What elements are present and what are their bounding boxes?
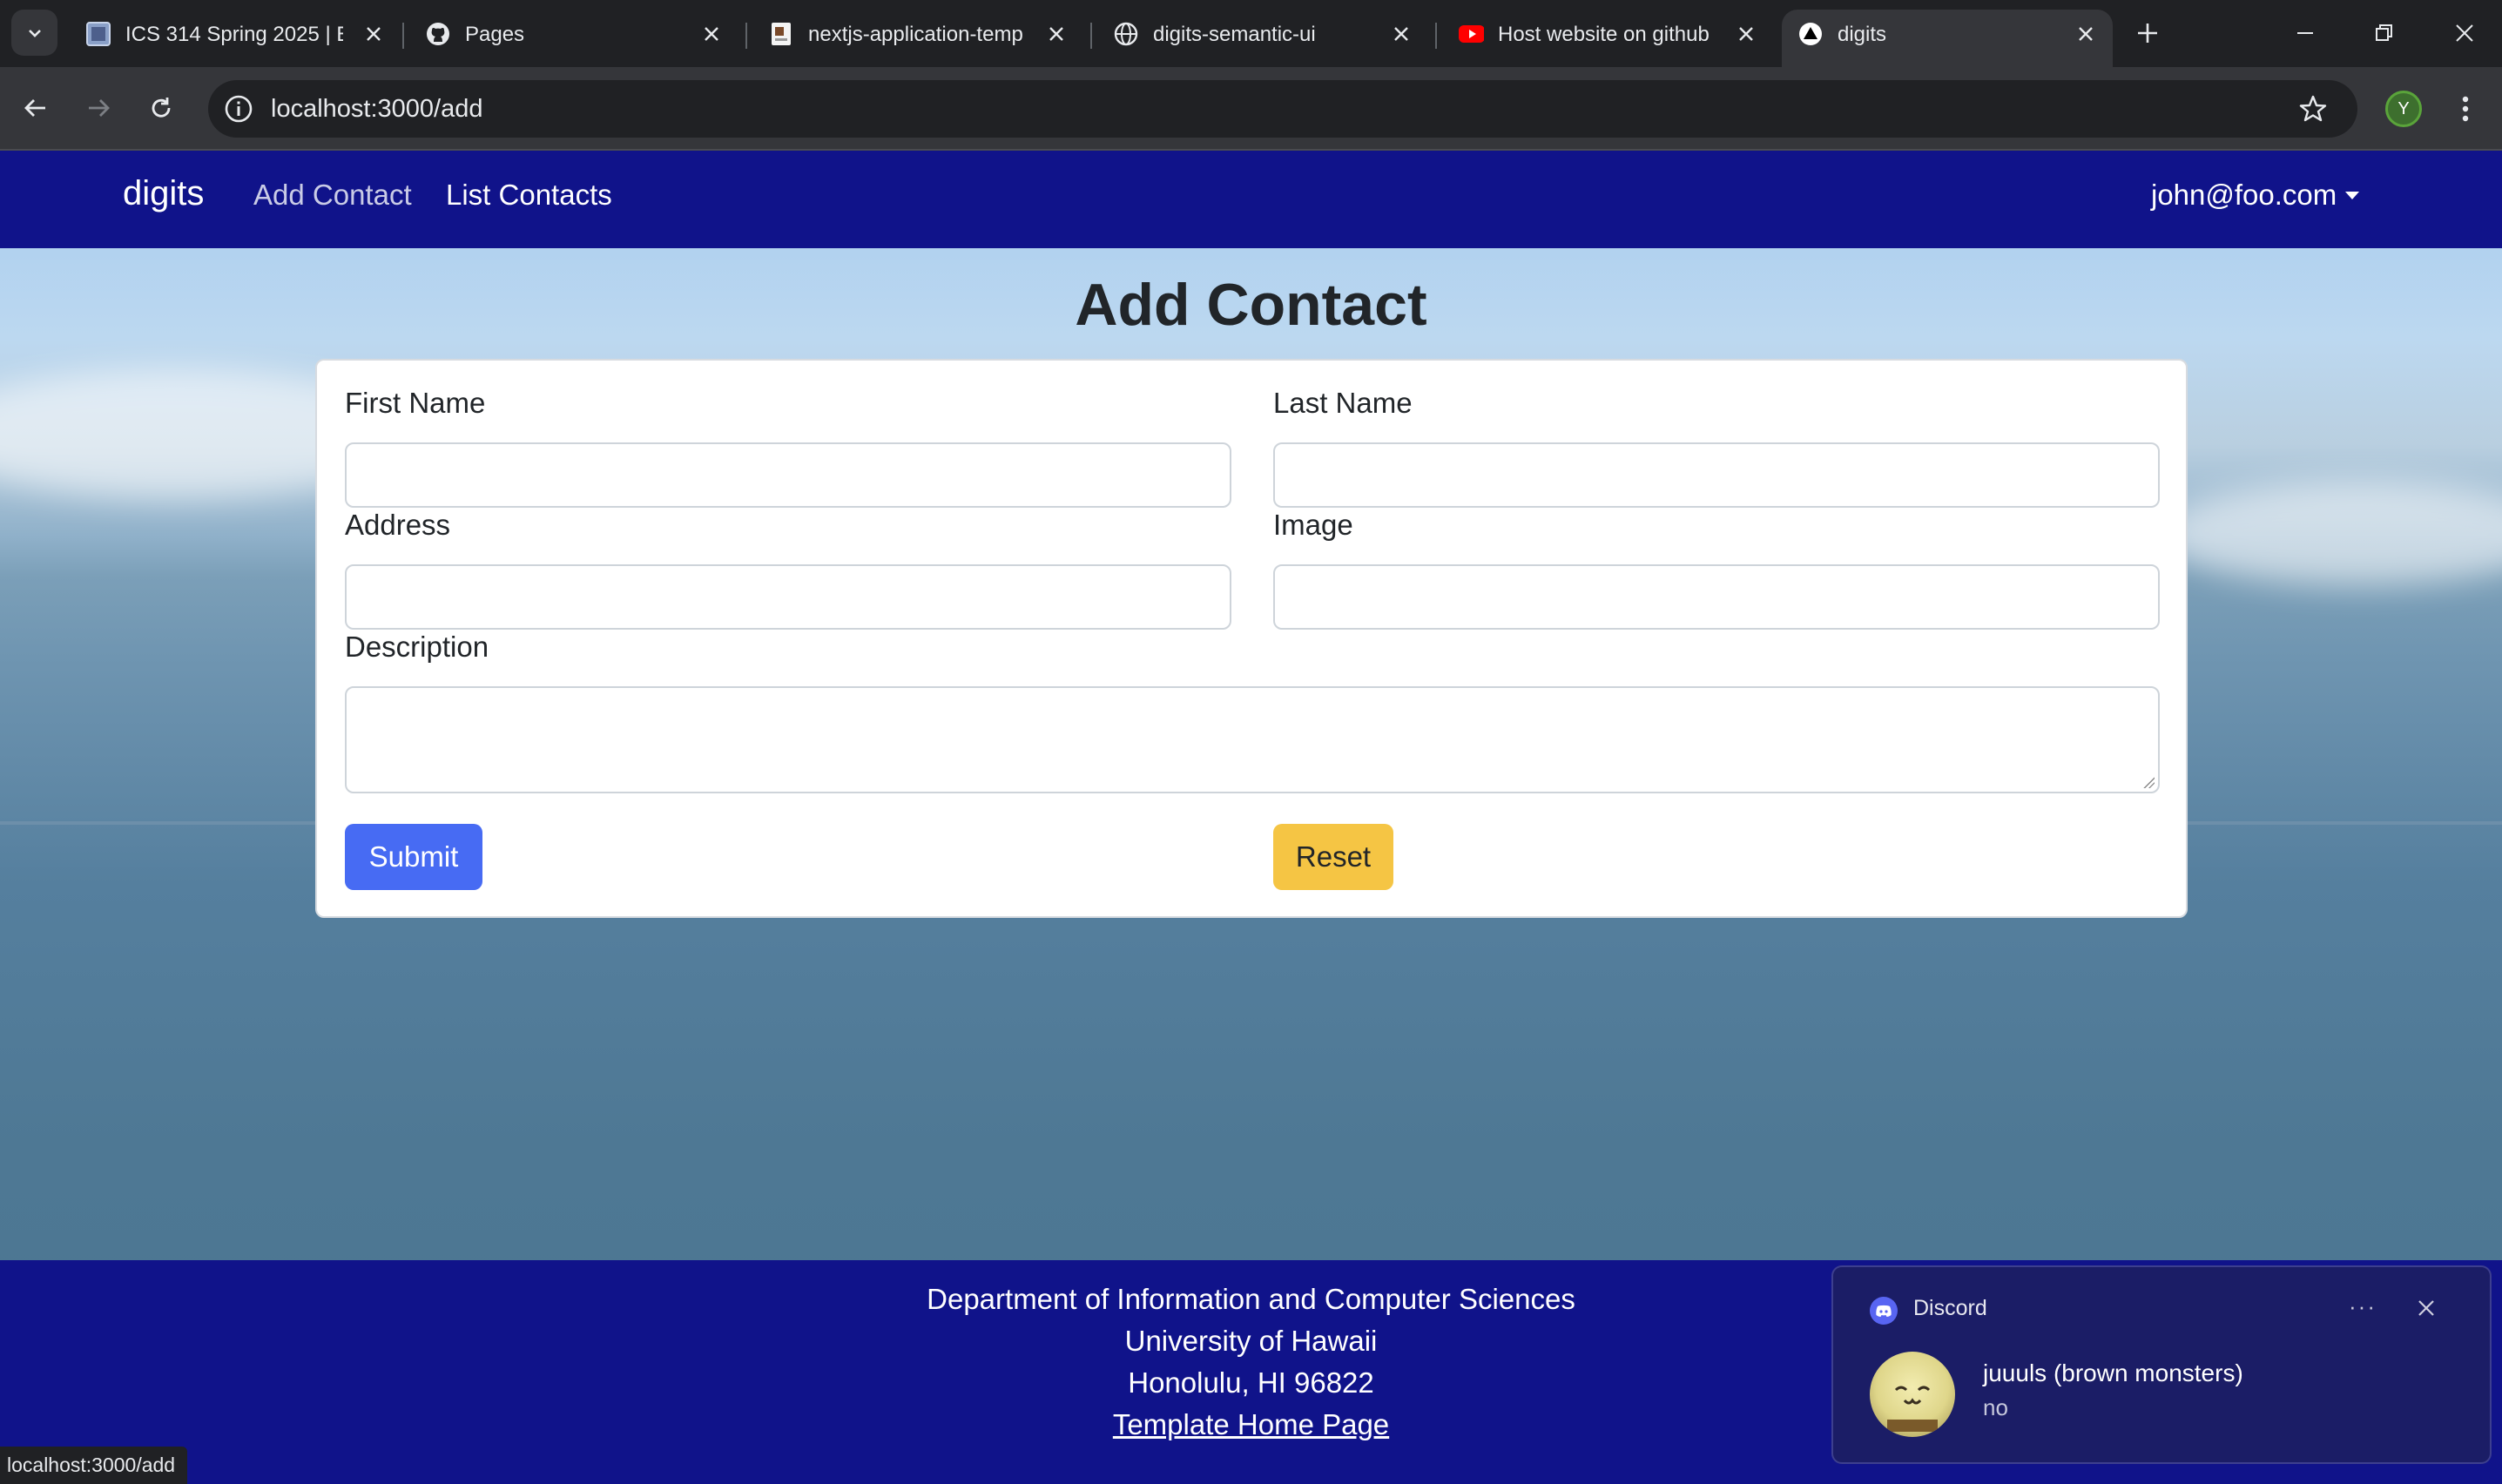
submit-button[interactable]: Submit (345, 824, 482, 890)
close-icon[interactable] (2074, 23, 2097, 45)
first-name-input[interactable] (345, 442, 1231, 508)
tab-separator (745, 23, 747, 49)
description-label: Description (345, 631, 489, 663)
background-cloud (2160, 482, 2502, 586)
browser-tabstrip: ICS 314 Spring 2025 | ES Pages nextjs-ap… (0, 0, 2502, 67)
close-icon[interactable] (700, 23, 723, 45)
tab-title: digits-semantic-ui (1153, 23, 1316, 46)
minimize-button[interactable] (2286, 16, 2324, 51)
tab-title: Host website on github (1498, 23, 1710, 46)
discord-icon (1870, 1297, 1898, 1325)
close-icon (2418, 1300, 2434, 1316)
close-icon[interactable] (1390, 23, 1413, 45)
github-icon (425, 21, 451, 47)
close-icon[interactable] (1045, 23, 1068, 45)
tab-digits-semantic-ui[interactable]: digits-semantic-ui (1097, 10, 1428, 67)
nav-link-list-contacts[interactable]: List Contacts (446, 179, 612, 212)
discord-notification[interactable]: Discord ··· juuuls (brown monsters) no (1831, 1265, 2492, 1464)
brand-link[interactable]: digits (123, 174, 204, 213)
info-icon[interactable] (224, 94, 253, 124)
close-icon[interactable] (1735, 23, 1757, 45)
profile-avatar[interactable]: Y (2385, 91, 2422, 127)
document-favicon (768, 21, 794, 47)
image-input[interactable] (1273, 564, 2160, 630)
address-bar[interactable]: localhost:3000/add (208, 80, 2357, 138)
browser-toolbar: localhost:3000/add Y (0, 67, 2502, 151)
plus-icon (2138, 24, 2157, 43)
more-vertical-icon (2462, 96, 2469, 122)
minimize-icon (2297, 32, 2313, 34)
bookmark-star-icon[interactable] (2298, 94, 2328, 124)
tab-title: digits (1838, 23, 1887, 46)
url-text: localhost:3000/add (271, 95, 483, 123)
add-contact-form: First Name Last Name Address Image Descr… (315, 359, 2188, 918)
caret-down-icon (2345, 191, 2360, 199)
forward-button[interactable] (78, 88, 118, 128)
reload-icon (152, 98, 171, 118)
address-label: Address (345, 509, 451, 541)
close-window-button[interactable] (2445, 16, 2484, 51)
page-title: Add Contact (1075, 272, 1427, 338)
tab-title: nextjs-application-temp (808, 23, 1023, 46)
close-icon[interactable] (362, 23, 385, 45)
tab-title: Pages (465, 23, 525, 46)
arrow-right-icon (89, 99, 110, 117)
image-label: Image (1273, 509, 1353, 541)
address-input[interactable] (345, 564, 1231, 630)
tab-separator (1435, 23, 1437, 49)
tab-host-website[interactable]: Host website on github (1442, 10, 1773, 67)
tab-separator (1090, 23, 1092, 49)
chevron-down-icon (28, 29, 41, 37)
restore-button[interactable] (2365, 16, 2404, 51)
globe-icon (1113, 21, 1139, 47)
tab-title: ICS 314 Spring 2025 | ES (125, 23, 343, 46)
tab-nextjs-template[interactable]: nextjs-application-temp (752, 10, 1083, 67)
template-home-link[interactable]: Template Home Page (1113, 1408, 1389, 1440)
description-textarea[interactable] (345, 686, 2160, 793)
restore-icon (2376, 24, 2392, 41)
reload-button[interactable] (141, 88, 181, 128)
nav-link-add-contact[interactable]: Add Contact (253, 179, 412, 212)
sender-avatar (1870, 1352, 1955, 1437)
first-name-label: First Name (345, 387, 486, 419)
close-icon (2456, 24, 2473, 42)
tab-search-button[interactable] (11, 10, 57, 56)
last-name-input[interactable] (1273, 442, 2160, 508)
back-button[interactable] (16, 88, 56, 128)
last-name-label: Last Name (1273, 387, 1413, 419)
browser-menu-button[interactable] (2452, 91, 2478, 127)
youtube-icon (1458, 21, 1484, 47)
tab-digits[interactable]: digits (1782, 10, 2113, 67)
notification-message: no (1983, 1394, 2008, 1420)
notification-close-button[interactable] (2413, 1295, 2439, 1321)
arrow-left-icon (24, 99, 45, 117)
status-bar-url: localhost:3000/add (0, 1447, 188, 1484)
user-dropdown[interactable]: john@foo.com (2151, 179, 2360, 212)
reset-button[interactable]: Reset (1273, 824, 1393, 890)
resize-handle-icon[interactable] (2142, 776, 2155, 788)
square-favicon (85, 21, 111, 47)
notification-sender: juuuls (brown monsters) (1983, 1359, 2243, 1386)
site-navbar: digits Add Contact List Contacts john@fo… (0, 151, 2502, 248)
tab-pages[interactable]: Pages (409, 10, 738, 67)
tab-separator (402, 23, 404, 49)
user-email: john@foo.com (2151, 179, 2337, 211)
nextjs-icon (1797, 21, 1824, 47)
notification-app-name: Discord (1913, 1296, 1987, 1320)
new-tab-button[interactable] (2130, 16, 2165, 51)
tab-ics314[interactable]: ICS 314 Spring 2025 | ES (70, 10, 401, 67)
more-options-button[interactable]: ··· (2349, 1293, 2377, 1320)
